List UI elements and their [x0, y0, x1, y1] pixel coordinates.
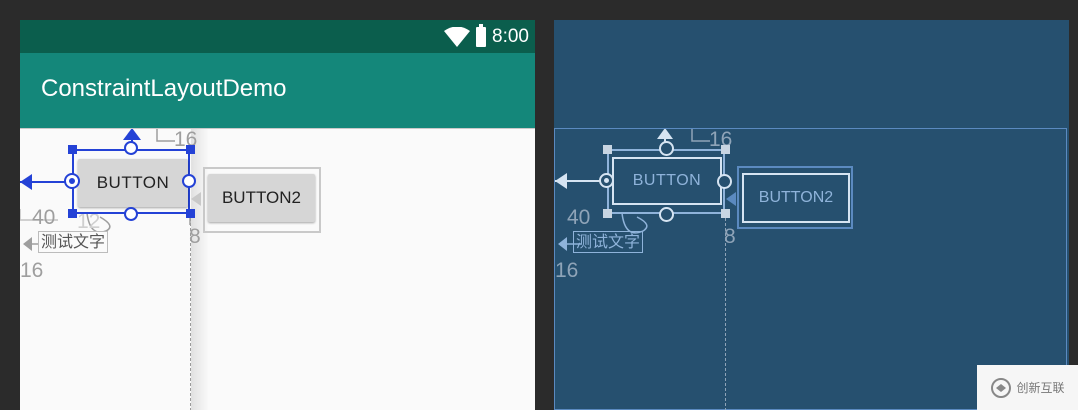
bp-anchor-left[interactable] [599, 173, 614, 188]
bp-resize-handle-bl[interactable] [603, 209, 612, 218]
bp-resize-handle-br[interactable] [721, 209, 730, 218]
resize-handle-tl[interactable] [68, 145, 77, 154]
watermark-logo-icon [991, 377, 1012, 398]
margin-left-bottom-label: 16 [20, 259, 44, 282]
status-bar: 8:00 [20, 20, 535, 53]
bp-button-main[interactable]: BUTTON [612, 157, 722, 205]
bp-anchor-right[interactable] [717, 174, 732, 189]
bp-anchor-top[interactable] [659, 141, 674, 156]
wifi-icon [444, 27, 471, 47]
bp-text-view[interactable]: 测试文字 [573, 231, 644, 253]
bp-margin-left-text-label: 40 [567, 206, 591, 229]
layout-canvas[interactable]: 16 8 40 12 16 BUTTON BUTTON2 测试文字 [20, 128, 535, 410]
battery-icon [476, 24, 487, 47]
bp-margin-left-bottom-label: 16 [555, 259, 579, 282]
blueprint-panel[interactable]: 16 8 40 16 BUTTON BUTTON2 测试文字 [554, 20, 1069, 410]
button-main[interactable]: BUTTON [78, 159, 188, 207]
anchor-right[interactable] [182, 174, 196, 188]
bp-resize-handle-tl[interactable] [603, 145, 612, 154]
design-panel[interactable]: 8:00 ConstraintLayoutDemo 16 8 40 12 16 … [20, 20, 535, 410]
anchor-top[interactable] [124, 141, 138, 155]
bp-anchor-bottom[interactable] [659, 207, 674, 222]
status-time: 8:00 [492, 26, 529, 47]
text-view[interactable]: 测试文字 [38, 231, 109, 253]
app-title: ConstraintLayoutDemo [41, 75, 287, 102]
watermark: 创新互联 [977, 365, 1078, 410]
margin-left-text-label: 40 [32, 206, 56, 229]
resize-handle-bl[interactable] [68, 209, 77, 218]
bp-margin-right-label: 8 [724, 225, 736, 248]
anchor-left[interactable] [64, 173, 80, 189]
resize-handle-tr[interactable] [186, 145, 195, 154]
button2[interactable]: BUTTON2 [208, 174, 315, 222]
bp-button2[interactable]: BUTTON2 [742, 173, 850, 223]
bp-resize-handle-tr[interactable] [721, 145, 730, 154]
app-bar: ConstraintLayoutDemo [20, 53, 535, 128]
resize-handle-br[interactable] [186, 209, 195, 218]
watermark-text: 创新互联 [1016, 381, 1065, 395]
margin-right-label: 8 [189, 225, 201, 248]
status-icons: 8:00 [444, 24, 529, 48]
anchor-bottom[interactable] [124, 207, 138, 221]
